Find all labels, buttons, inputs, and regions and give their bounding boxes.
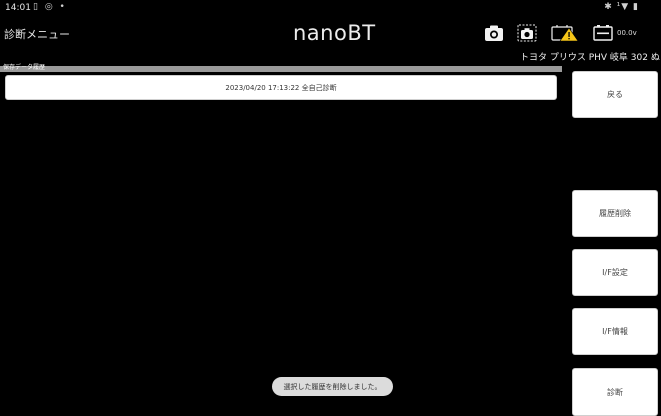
system-status-icons: ✱ ¹▼ ▮ <box>604 2 639 12</box>
notification-icons: ▯ ◎ • <box>33 2 67 12</box>
diagnose-button[interactable]: 診断 <box>572 368 658 416</box>
vehicle-info: トヨタ プリウス PHV 岐阜 302 ぬ 18-02 <box>520 53 661 63</box>
warning-icon[interactable] <box>551 24 579 42</box>
section-title: 保存データ履歴 <box>3 64 46 71</box>
if-settings-button[interactable]: I/F設定 <box>572 249 658 296</box>
status-bar: 14:01 ▯ ◎ • ✱ ¹▼ ▮ <box>0 0 661 18</box>
section-header-bar <box>0 66 562 72</box>
history-row-label: 2023/04/20 17:13:22 全自己診断 <box>225 83 337 92</box>
camera-icon[interactable] <box>484 24 504 42</box>
toast-message: 選択した履歴を削除しました。 <box>272 377 393 396</box>
battery-icon <box>593 25 613 41</box>
status-time: 14:01 <box>5 3 31 13</box>
history-row[interactable]: 2023/04/20 17:13:22 全自己診断 <box>5 75 557 100</box>
delete-history-button[interactable]: 履歴削除 <box>572 190 658 237</box>
if-info-button[interactable]: I/F情報 <box>572 308 658 355</box>
app-title: nanoBT <box>293 21 376 45</box>
side-button-panel <box>568 69 661 416</box>
menu-title[interactable]: 診断メニュー <box>4 26 70 42</box>
screenshot-icon[interactable] <box>517 24 537 42</box>
back-button[interactable]: 戻る <box>572 71 658 118</box>
voltage-readout: 00.0v <box>617 29 637 37</box>
